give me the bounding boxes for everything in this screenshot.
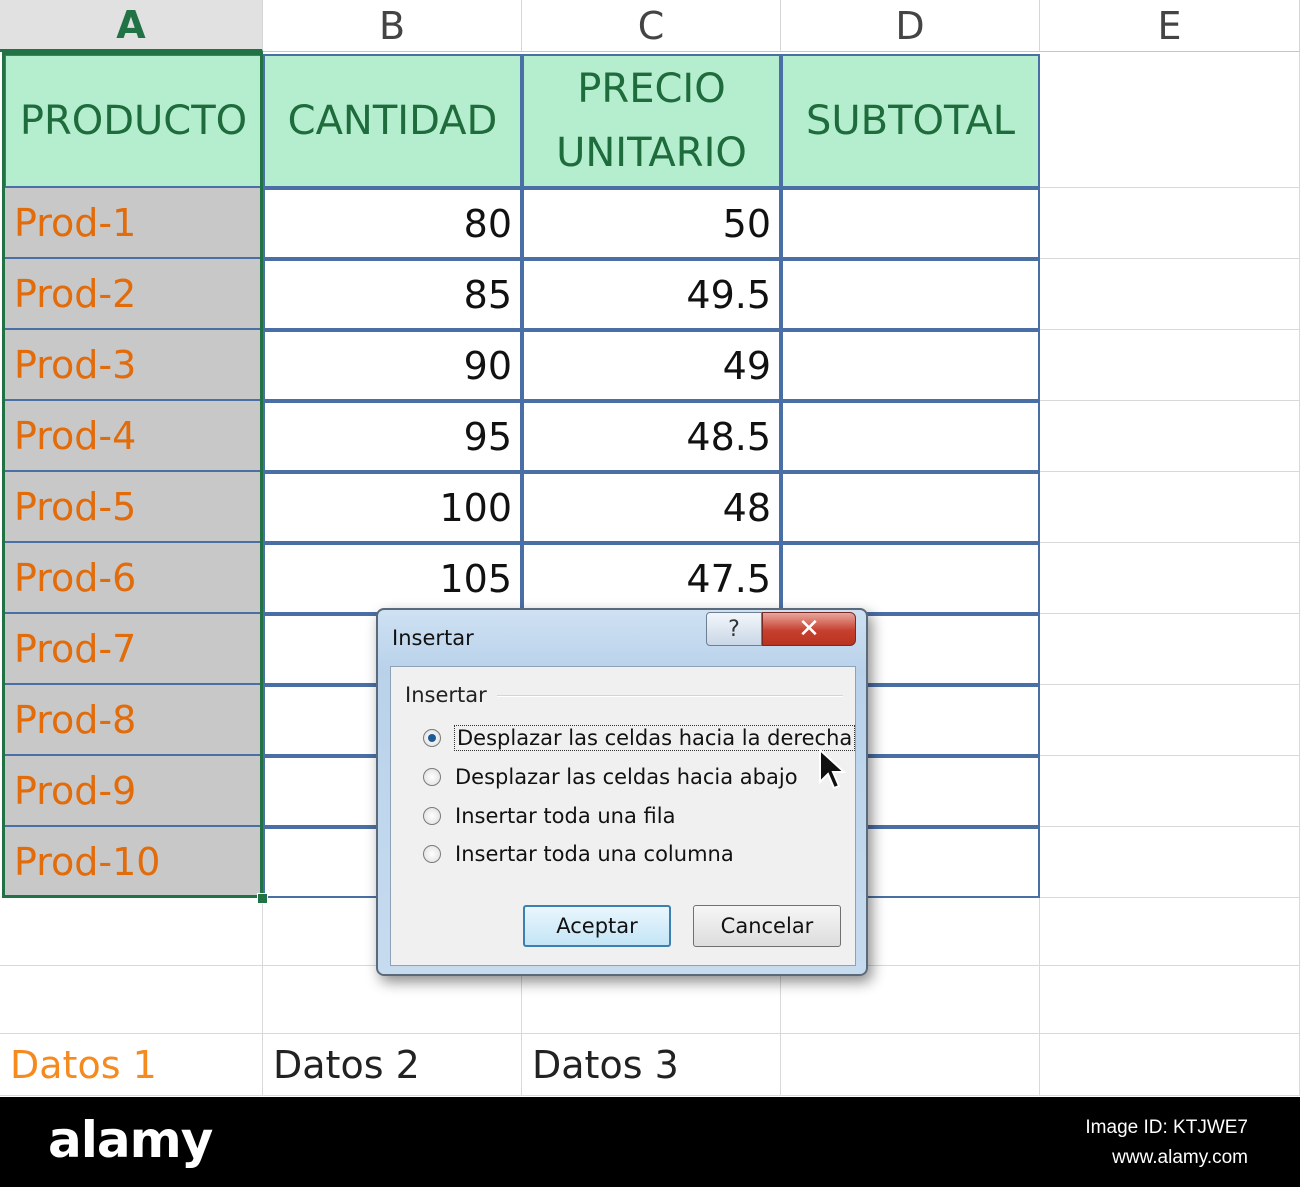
radio-entire-row[interactable]	[423, 807, 441, 825]
cantidad-cell[interactable]: 90	[263, 330, 522, 401]
empty-cell[interactable]	[522, 966, 781, 1034]
producto-cell[interactable]: Prod-7	[4, 614, 263, 685]
dialog-title: Insertar	[392, 626, 474, 650]
radio-shift-right[interactable]	[423, 729, 441, 747]
subtotal-cell[interactable]	[781, 543, 1040, 614]
empty-cell[interactable]	[781, 966, 1040, 1034]
subtotal-cell[interactable]	[781, 188, 1040, 259]
option-entire-column-label: Insertar toda una columna	[455, 842, 734, 866]
empty-cell[interactable]	[1040, 330, 1300, 401]
empty-cell[interactable]	[1040, 1034, 1300, 1096]
column-header-a[interactable]: A	[0, 0, 263, 52]
cantidad-cell[interactable]: 95	[263, 401, 522, 472]
empty-cell[interactable]	[1040, 898, 1300, 966]
precio-cell[interactable]: 49	[522, 330, 781, 401]
subtotal-cell[interactable]	[781, 259, 1040, 330]
empty-cell[interactable]	[1040, 472, 1300, 543]
header-subtotal-cell[interactable]: SUBTOTAL	[781, 54, 1040, 188]
header-cantidad-cell[interactable]: CANTIDAD	[263, 54, 522, 188]
datos-2-cell[interactable]: Datos 2	[263, 1034, 522, 1096]
producto-cell[interactable]: Prod-8	[4, 685, 263, 756]
empty-cell[interactable]	[1040, 52, 1300, 188]
cancel-button[interactable]: Cancelar	[693, 905, 841, 947]
help-icon: ?	[728, 616, 740, 642]
empty-cell[interactable]	[1040, 543, 1300, 614]
precio-cell[interactable]: 48	[522, 472, 781, 543]
empty-cell[interactable]	[1040, 259, 1300, 330]
header-precio-line1: PRECIO	[577, 66, 726, 112]
radio-entire-column[interactable]	[423, 845, 441, 863]
watermark-banner: alamy Image ID: KTJWE7 www.alamy.com	[0, 1097, 1300, 1187]
empty-cell[interactable]	[781, 1034, 1040, 1096]
producto-cell[interactable]: Prod-1	[4, 188, 263, 259]
empty-cell[interactable]	[1040, 756, 1300, 827]
header-producto-cell[interactable]: PRODUCTO	[4, 54, 263, 188]
column-header-b[interactable]: B	[263, 0, 522, 52]
radio-shift-down[interactable]	[423, 768, 441, 786]
option-entire-column[interactable]: Insertar toda una columna	[423, 839, 734, 869]
cantidad-cell[interactable]: 100	[263, 472, 522, 543]
empty-cell[interactable]	[1040, 966, 1300, 1034]
empty-cell[interactable]	[1040, 614, 1300, 685]
column-header-d[interactable]: D	[781, 0, 1040, 52]
cantidad-cell[interactable]: 85	[263, 259, 522, 330]
ok-button[interactable]: Aceptar	[523, 905, 671, 947]
precio-cell[interactable]: 49.5	[522, 259, 781, 330]
subtotal-cell[interactable]	[781, 401, 1040, 472]
subtotal-cell[interactable]	[781, 472, 1040, 543]
precio-cell[interactable]: 47.5	[522, 543, 781, 614]
fill-handle[interactable]	[257, 893, 268, 904]
producto-cell[interactable]: Prod-9	[4, 756, 263, 827]
option-shift-right[interactable]: Desplazar las celdas hacia la derecha	[423, 723, 856, 753]
empty-cell[interactable]	[1040, 188, 1300, 259]
producto-cell[interactable]: Prod-3	[4, 330, 263, 401]
insert-dialog: Insertar ? ✕ Insertar Desplazar las celd…	[376, 608, 868, 976]
producto-cell[interactable]: Prod-10	[4, 827, 263, 898]
help-button[interactable]: ?	[706, 612, 762, 646]
producto-cell[interactable]: Prod-5	[4, 472, 263, 543]
empty-cell[interactable]	[0, 966, 263, 1034]
brand-logo: alamy	[48, 1111, 213, 1169]
empty-cell[interactable]	[263, 966, 522, 1034]
dialog-body: Insertar Desplazar las celdas hacia la d…	[390, 666, 856, 966]
option-shift-down-label: Desplazar las celdas hacia abajo	[455, 765, 798, 789]
column-header-c[interactable]: C	[522, 0, 781, 52]
subtotal-cell[interactable]	[781, 330, 1040, 401]
header-precio-line2: UNITARIO	[556, 130, 747, 176]
precio-cell[interactable]: 48.5	[522, 401, 781, 472]
option-entire-row[interactable]: Insertar toda una fila	[423, 801, 675, 831]
header-precio-cell[interactable]: PRECIO UNITARIO	[522, 54, 781, 188]
empty-cell[interactable]	[1040, 827, 1300, 898]
producto-cell[interactable]: Prod-6	[4, 543, 263, 614]
option-shift-down[interactable]: Desplazar las celdas hacia abajo	[423, 762, 798, 792]
group-divider	[497, 695, 843, 697]
image-id: Image ID: KTJWE7	[1085, 1117, 1248, 1138]
empty-cell[interactable]	[1040, 401, 1300, 472]
cantidad-cell[interactable]: 80	[263, 188, 522, 259]
datos-3-cell[interactable]: Datos 3	[522, 1034, 781, 1096]
close-icon: ✕	[798, 614, 820, 644]
column-header-e[interactable]: E	[1040, 0, 1300, 52]
cantidad-cell[interactable]: 105	[263, 543, 522, 614]
close-button[interactable]: ✕	[762, 612, 856, 646]
mouse-pointer-icon	[819, 748, 847, 790]
empty-cell[interactable]	[0, 898, 263, 966]
precio-cell[interactable]: 50	[522, 188, 781, 259]
group-label: Insertar	[405, 683, 487, 707]
site-url: www.alamy.com	[1112, 1147, 1248, 1168]
empty-cell[interactable]	[1040, 685, 1300, 756]
option-entire-row-label: Insertar toda una fila	[455, 804, 676, 828]
option-shift-right-label: Desplazar las celdas hacia la derecha	[453, 725, 856, 751]
producto-cell[interactable]: Prod-2	[4, 259, 263, 330]
datos-1-cell[interactable]: Datos 1	[0, 1034, 263, 1096]
producto-cell[interactable]: Prod-4	[4, 401, 263, 472]
